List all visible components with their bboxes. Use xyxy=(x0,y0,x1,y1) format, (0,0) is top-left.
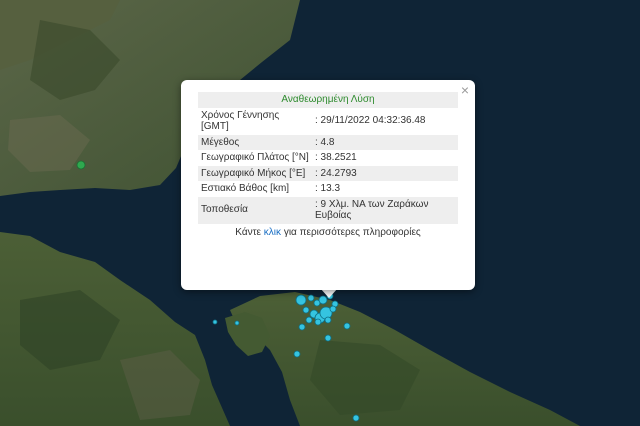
earthquake-marker[interactable] xyxy=(329,305,337,313)
info-row: Χρόνος Γέννησης [GMT] : 29/11/2022 04:32… xyxy=(198,108,458,135)
close-icon[interactable]: × xyxy=(461,82,469,98)
row-label: Χρόνος Γέννησης [GMT] xyxy=(201,109,280,133)
more-prefix: Κάντε xyxy=(235,226,262,238)
earthquake-marker[interactable] xyxy=(234,320,240,326)
row-label: Γεωγραφικό Πλάτος [°N] xyxy=(201,152,309,163)
row-value: : 13.3 xyxy=(315,183,341,194)
earthquake-marker[interactable] xyxy=(314,318,322,326)
info-row: Τοποθεσία : 9 Χλμ. ΝΑ των Ζαράκων Ευβοία… xyxy=(198,196,458,224)
info-table: Αναθεωρημένη Λύση Χρόνος Γέννησης [GMT] … xyxy=(198,92,458,224)
info-row: Εστιακό Βάθος [km] : 13.3 xyxy=(198,181,458,197)
info-row: Γεωγραφικό Μήκος [°E] : 24.2793 xyxy=(198,165,458,181)
row-label: Γεωγραφικό Μήκος [°E] xyxy=(198,165,312,181)
earthquake-marker[interactable] xyxy=(295,294,307,306)
more-info-link[interactable]: κλικ xyxy=(264,227,281,238)
row-label: Τοποθεσία xyxy=(198,196,312,224)
more-suffix: για περισσότερες πληροφορίες xyxy=(283,226,421,238)
earthquake-marker[interactable] xyxy=(324,316,332,324)
row-label: Εστιακό Βάθος [km] xyxy=(201,183,290,194)
station-marker[interactable] xyxy=(76,160,86,170)
earthquake-marker[interactable] xyxy=(343,322,351,330)
earthquake-marker[interactable] xyxy=(212,319,218,325)
earthquake-marker[interactable] xyxy=(307,294,315,302)
row-value: : 9 Χλμ. ΝΑ των Ζαράκων Ευβοίας xyxy=(312,196,458,224)
row-value: : 24.2793 xyxy=(312,165,458,181)
earthquake-marker[interactable] xyxy=(352,414,360,422)
row-label: Μέγεθος xyxy=(198,134,312,150)
info-row: Μέγεθος : 4.8 xyxy=(198,134,458,150)
earthquake-marker[interactable] xyxy=(305,316,313,324)
row-value: : 38.2521 xyxy=(315,152,357,163)
popup-title: Αναθεωρημένη Λύση xyxy=(198,92,458,108)
row-value: : 4.8 xyxy=(312,134,458,150)
info-row: Γεωγραφικό Πλάτος [°N] : 38.2521 xyxy=(198,150,458,166)
row-value: : 29/11/2022 04:32:36.48 xyxy=(315,115,426,127)
more-info: Κάντε κλικ για περισσότερες πληροφορίες xyxy=(198,227,458,238)
earthquake-popup: × Αναθεωρημένη Λύση Χρόνος Γέννησης [GMT… xyxy=(181,80,475,290)
earthquake-marker[interactable] xyxy=(324,334,332,342)
earthquake-marker[interactable] xyxy=(293,350,301,358)
earthquake-marker[interactable] xyxy=(302,306,310,314)
earthquake-marker[interactable] xyxy=(298,323,306,331)
